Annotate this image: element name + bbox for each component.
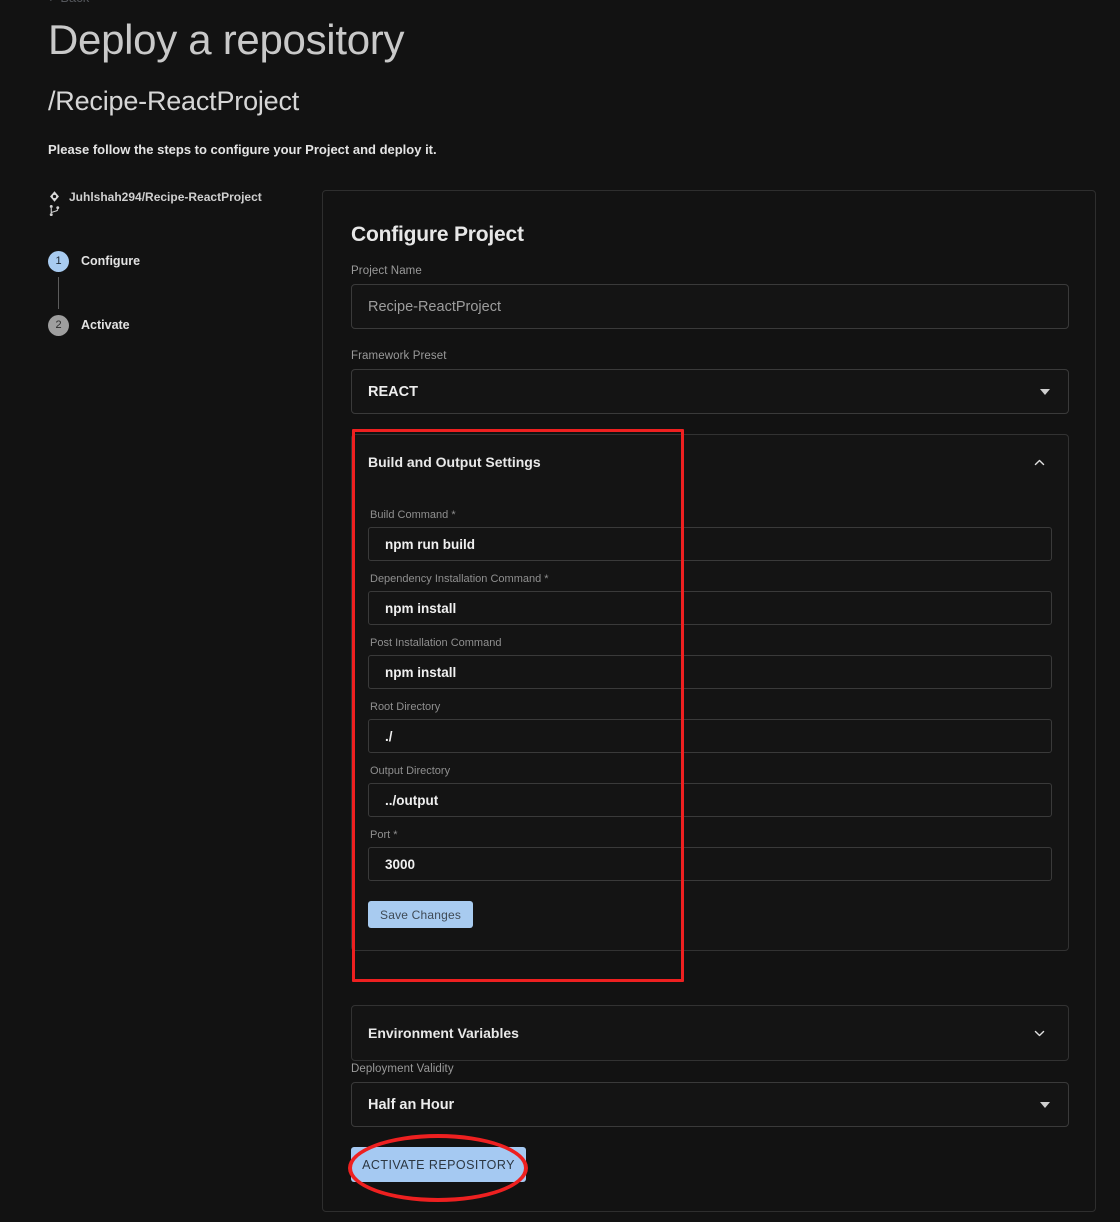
- framework-preset-field: Framework Preset REACT: [351, 350, 1069, 414]
- dependency-installation-command-input[interactable]: npm install: [368, 591, 1052, 625]
- configure-project-card: Configure Project Project Name Recipe-Re…: [322, 190, 1096, 1212]
- step-activate[interactable]: 2 Activate: [48, 313, 298, 337]
- save-changes-button[interactable]: Save Changes: [368, 901, 473, 928]
- git-branch-icon: [48, 204, 62, 217]
- page-subtitle: /Recipe-ReactProject: [48, 86, 299, 117]
- deployment-validity-value: Half an Hour: [368, 1097, 454, 1113]
- deploy-repository-page: ‹ Back Deploy a repository /Recipe-React…: [0, 0, 1120, 1222]
- project-name-label: Project Name: [351, 265, 1069, 277]
- deployment-validity-field: Deployment Validity Half an Hour: [351, 1063, 1069, 1127]
- port-field: Port * 3000: [368, 829, 1052, 881]
- framework-preset-select[interactable]: REACT: [351, 369, 1069, 414]
- repo-identifier[interactable]: Juhlshah294/Recipe-ReactProject: [48, 190, 298, 217]
- card-title: Configure Project: [351, 223, 524, 247]
- chevron-down-icon[interactable]: [1033, 1027, 1046, 1040]
- top-bar: ‹ Back: [0, 0, 1120, 8]
- output-directory-label: Output Directory: [370, 765, 1052, 777]
- port-input[interactable]: 3000: [368, 847, 1052, 881]
- dependency-installation-command-label: Dependency Installation Command *: [370, 573, 1052, 585]
- step-2-label: Activate: [81, 318, 130, 332]
- root-directory-field: Root Directory ./: [368, 701, 1052, 753]
- activate-repository-button[interactable]: ACTIVATE REPOSITORY: [351, 1147, 526, 1182]
- deployment-validity-select[interactable]: Half an Hour: [351, 1082, 1069, 1127]
- deployment-validity-label: Deployment Validity: [351, 1063, 1069, 1075]
- chevron-up-icon[interactable]: [1033, 456, 1046, 469]
- build-and-output-settings-header[interactable]: Build and Output Settings: [352, 435, 1068, 489]
- framework-preset-label: Framework Preset: [351, 350, 1069, 362]
- back-link[interactable]: ‹ Back: [48, 0, 89, 5]
- build-command-input[interactable]: npm run build: [368, 527, 1052, 561]
- output-directory-input[interactable]: ../output: [368, 783, 1052, 817]
- dependency-installation-command-field: Dependency Installation Command * npm in…: [368, 573, 1052, 625]
- build-and-output-settings-accordion: Build and Output Settings Build Command …: [351, 434, 1069, 951]
- root-directory-input[interactable]: ./: [368, 719, 1052, 753]
- post-installation-command-field: Post Installation Command npm install: [368, 637, 1052, 689]
- page-instructions: Please follow the steps to configure you…: [48, 142, 437, 157]
- build-and-output-settings-title: Build and Output Settings: [368, 454, 541, 470]
- post-installation-command-label: Post Installation Command: [370, 637, 1052, 649]
- environment-variables-title: Environment Variables: [368, 1025, 519, 1041]
- build-command-label: Build Command *: [370, 509, 1052, 521]
- page-title: Deploy a repository: [48, 16, 404, 64]
- repo-name-label: Juhlshah294/Recipe-ReactProject: [69, 190, 262, 204]
- step-1-label: Configure: [81, 254, 140, 268]
- output-directory-field: Output Directory ../output: [368, 765, 1052, 817]
- chevron-left-icon: ‹: [48, 0, 52, 5]
- build-command-field: Build Command * npm run build: [368, 509, 1052, 561]
- step-connector: [58, 277, 59, 309]
- port-label: Port *: [370, 829, 1052, 841]
- back-link-label: Back: [60, 0, 89, 5]
- step-configure[interactable]: 1 Configure: [48, 249, 298, 273]
- git-commit-diamond-icon: [48, 190, 62, 203]
- steps-list: 1 Configure 2 Activate: [48, 249, 298, 337]
- root-directory-label: Root Directory: [370, 701, 1052, 713]
- framework-preset-value: REACT: [368, 384, 418, 400]
- environment-variables-accordion: Environment Variables: [351, 1005, 1069, 1061]
- dropdown-triangle-icon: [1040, 1102, 1050, 1108]
- environment-variables-header[interactable]: Environment Variables: [352, 1006, 1068, 1060]
- build-and-output-settings-body: Build Command * npm run build Dependency…: [352, 489, 1068, 950]
- step-2-number: 2: [48, 315, 69, 336]
- post-installation-command-input[interactable]: npm install: [368, 655, 1052, 689]
- step-1-number: 1: [48, 251, 69, 272]
- stepper-rail: Juhlshah294/Recipe-ReactProject 1 Config…: [48, 190, 298, 337]
- project-name-field: Project Name Recipe-ReactProject: [351, 265, 1069, 329]
- dropdown-triangle-icon: [1040, 389, 1050, 395]
- project-name-input[interactable]: Recipe-ReactProject: [351, 284, 1069, 329]
